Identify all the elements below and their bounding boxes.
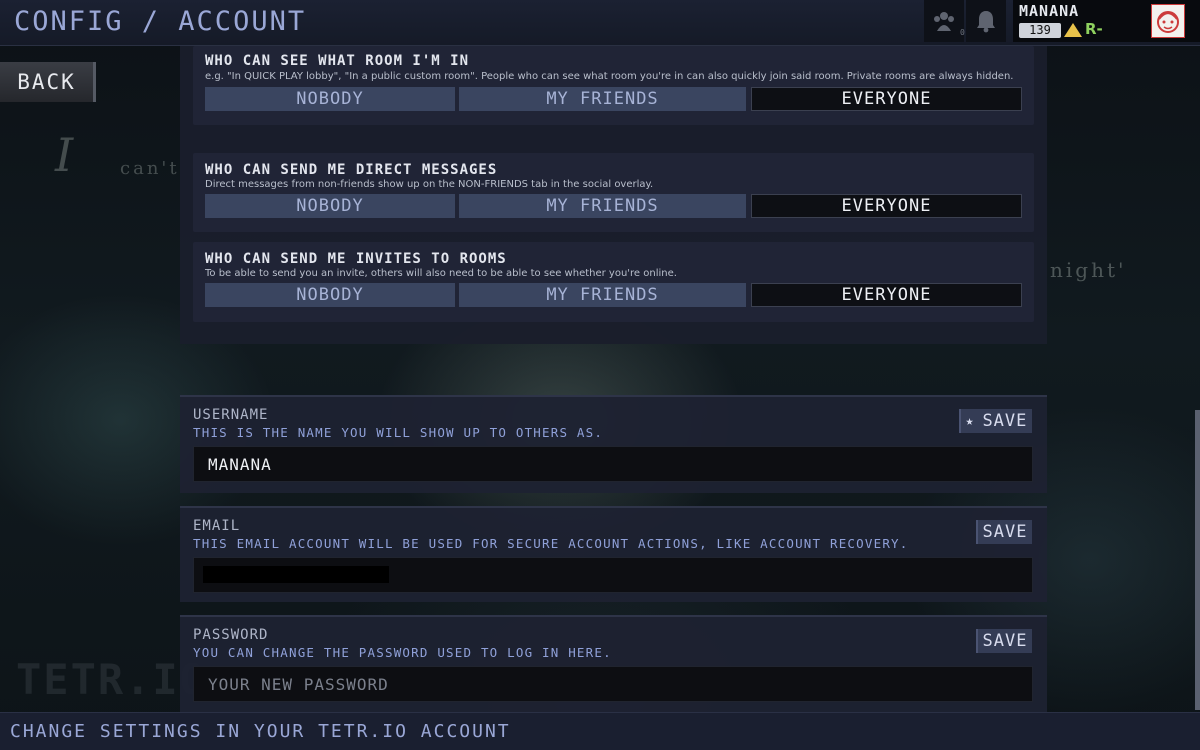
save-label: SAVE	[982, 411, 1028, 431]
footer-text: CHANGE SETTINGS IN YOUR TETR.IO ACCOUNT	[10, 721, 511, 742]
section-title: WHO CAN SEND ME INVITES TO ROOMS	[205, 251, 507, 267]
room-invites-friends-option[interactable]: MY FRIENDS	[459, 283, 746, 307]
room-invites-nobody-option[interactable]: NOBODY	[205, 283, 455, 307]
username-hint: THIS IS THE NAME YOU WILL SHOW UP TO OTH…	[193, 425, 604, 440]
room-visibility-nobody-option[interactable]: NOBODY	[205, 87, 455, 111]
email-save-button[interactable]: SAVE	[976, 520, 1032, 544]
room-visibility-friends-option[interactable]: MY FRIENDS	[459, 87, 746, 111]
email-panel: EMAIL THIS EMAIL ACCOUNT WILL BE USED FO…	[180, 506, 1047, 602]
friends-count: 0	[960, 28, 965, 37]
footer-bar: CHANGE SETTINGS IN YOUR TETR.IO ACCOUNT	[0, 712, 1200, 750]
section-description: e.g. "In QUICK PLAY lobby", "In a public…	[205, 71, 1014, 82]
section-title: WHO CAN SEND ME DIRECT MESSAGES	[205, 162, 498, 178]
user-level-badge: 139	[1019, 23, 1061, 38]
email-input[interactable]	[193, 557, 1033, 593]
notifications-button[interactable]	[966, 0, 1006, 42]
password-label: PASSWORD	[193, 627, 269, 643]
password-input[interactable]: YOUR NEW PASSWORD	[193, 666, 1033, 702]
email-hint: THIS EMAIL ACCOUNT WILL BE USED FOR SECU…	[193, 536, 909, 551]
room-visibility-everyone-option[interactable]: EVERYONE	[751, 87, 1022, 111]
username-value: MANANA	[208, 454, 272, 474]
room-visibility-section: WHO CAN SEE WHAT ROOM I'M IN e.g. "In QU…	[193, 46, 1034, 125]
save-label: SAVE	[982, 522, 1028, 542]
email-label: EMAIL	[193, 518, 241, 534]
background-script-text-3: night'	[1050, 258, 1127, 282]
avatar[interactable]	[1151, 4, 1185, 38]
page-title: CONFIG / ACCOUNT	[14, 6, 307, 37]
username-label: USERNAME	[193, 407, 269, 423]
bell-icon	[977, 11, 995, 33]
username-input[interactable]: MANANA	[193, 446, 1033, 482]
redacted-email	[203, 566, 389, 583]
section-description: Direct messages from non-friends show up…	[205, 179, 654, 190]
section-description: To be able to send you an invite, others…	[205, 268, 677, 279]
username-panel: USERNAME THIS IS THE NAME YOU WILL SHOW …	[180, 395, 1047, 493]
direct-messages-nobody-option[interactable]: NOBODY	[205, 194, 455, 218]
password-placeholder: YOUR NEW PASSWORD	[208, 674, 389, 694]
friends-icon	[934, 12, 954, 31]
background-script-text-2: can't	[120, 158, 180, 179]
warning-icon	[1064, 23, 1082, 37]
scrollbar[interactable]	[1195, 410, 1200, 710]
back-button[interactable]: BACK	[0, 62, 96, 102]
direct-messages-section: WHO CAN SEND ME DIRECT MESSAGES Direct m…	[193, 153, 1034, 232]
password-hint: YOU CAN CHANGE THE PASSWORD USED TO LOG …	[193, 645, 612, 660]
top-bar: CONFIG / ACCOUNT 0 MANANA 139 R-	[0, 0, 1200, 46]
password-panel: PASSWORD YOU CAN CHANGE THE PASSWORD USE…	[180, 615, 1047, 712]
privacy-settings-panel: WHO CAN SEE WHAT ROOM I'M IN e.g. "In QU…	[180, 46, 1047, 344]
user-name: MANANA	[1019, 2, 1080, 20]
room-invites-everyone-option[interactable]: EVERYONE	[751, 283, 1022, 307]
username-save-button[interactable]: ★ SAVE	[959, 409, 1032, 433]
direct-messages-friends-option[interactable]: MY FRIENDS	[459, 194, 746, 218]
friends-button[interactable]: 0	[924, 0, 965, 42]
section-title: WHO CAN SEE WHAT ROOM I'M IN	[205, 53, 470, 69]
save-label: SAVE	[982, 631, 1028, 651]
room-invites-section: WHO CAN SEND ME INVITES TO ROOMS To be a…	[193, 242, 1034, 322]
user-rank-badge: R-	[1085, 20, 1103, 38]
background-logo: TETR.IO	[16, 655, 208, 704]
direct-messages-everyone-option[interactable]: EVERYONE	[751, 194, 1022, 218]
password-save-button[interactable]: SAVE	[976, 629, 1032, 653]
star-icon: ★	[965, 413, 975, 429]
background-script-text: I	[55, 128, 74, 182]
avatar-icon	[1157, 11, 1179, 33]
